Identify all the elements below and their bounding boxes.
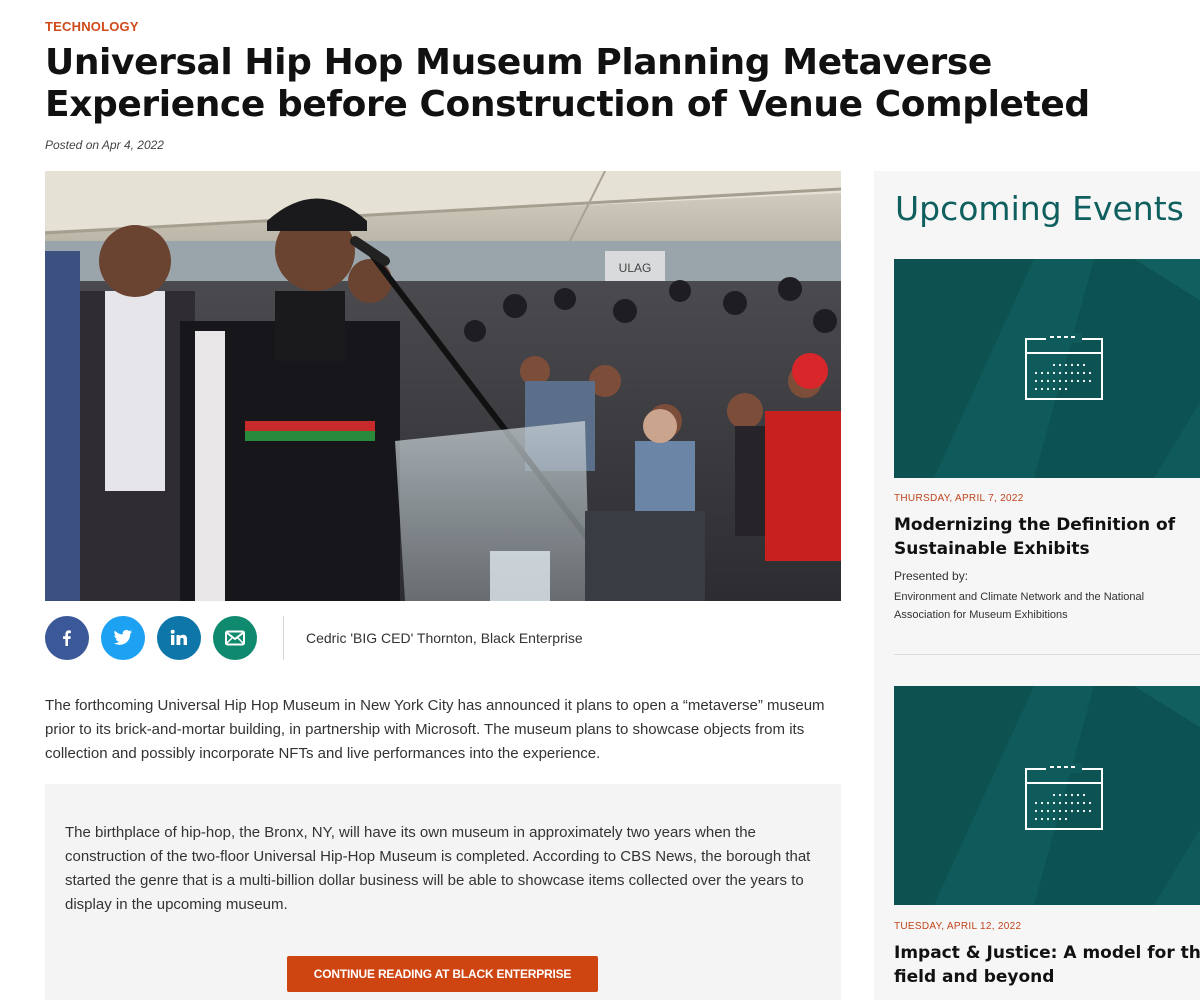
article-excerpt-box: The birthplace of hip-hop, the Bronx, NY…: [45, 784, 841, 1000]
background-sign: ULAG: [619, 261, 652, 275]
event-title-line[interactable]: Modernizing the Definition of: [894, 513, 1194, 537]
presented-by-label: Presented by:: [894, 569, 969, 583]
share-bar: Cedric 'BIG CED' Thornton, Black Enterpr…: [45, 616, 583, 660]
event-divider: [894, 654, 1200, 655]
event-image[interactable]: [894, 686, 1200, 905]
presented-by: Environment and Climate Network and the …: [894, 588, 1200, 624]
calendar-icon: [1025, 333, 1103, 400]
event-image[interactable]: [894, 259, 1200, 478]
share-twitter-button[interactable]: [101, 616, 145, 660]
event-date: THURSDAY, APRIL 7, 2022: [894, 493, 1024, 504]
article-title: Universal Hip Hop Museum Planning Metave…: [45, 42, 1090, 125]
email-icon: [225, 630, 245, 646]
article-lede: The forthcoming Universal Hip Hop Museum…: [45, 697, 825, 762]
facebook-icon: [63, 630, 71, 646]
continue-reading-button[interactable]: CONTINUE READING AT BLACK ENTERPRISE: [287, 956, 598, 992]
article-excerpt: The birthplace of hip-hop, the Bronx, NY…: [65, 824, 811, 913]
calendar-icon: [1025, 763, 1103, 830]
event-title-line[interactable]: field and beyond: [894, 965, 1194, 989]
share-email-button[interactable]: [213, 616, 257, 660]
share-linkedin-button[interactable]: [157, 616, 201, 660]
linkedin-icon: [170, 629, 187, 645]
event-title[interactable]: Impact & Justice: A model for the field …: [894, 941, 1200, 989]
presented-by-line: Environment and Climate Network and the …: [894, 591, 1145, 603]
event-date: TUESDAY, APRIL 12, 2022: [894, 921, 1022, 932]
photo-credit: Cedric 'BIG CED' Thornton, Black Enterpr…: [306, 630, 583, 646]
share-divider: [283, 616, 284, 660]
posted-date: Posted on Apr 4, 2022: [45, 138, 164, 152]
sidebar-title: Upcoming Events: [895, 189, 1184, 228]
article-category[interactable]: TECHNOLOGY: [45, 19, 139, 34]
article-hero-photo: ULAG: [45, 171, 841, 601]
share-facebook-button[interactable]: [45, 616, 89, 660]
upcoming-events-sidebar: Upcoming Events THURSDAY, APRIL 7, 2022 …: [874, 171, 1200, 1000]
event-title-line[interactable]: Impact & Justice: A model for the: [894, 941, 1200, 965]
event-title[interactable]: Modernizing the Definition of Sustainabl…: [894, 513, 1194, 561]
event-title-line[interactable]: Sustainable Exhibits: [894, 537, 1194, 561]
twitter-icon: [113, 629, 133, 645]
presented-by-line: Association for Museum Exhibitions: [894, 609, 1068, 621]
